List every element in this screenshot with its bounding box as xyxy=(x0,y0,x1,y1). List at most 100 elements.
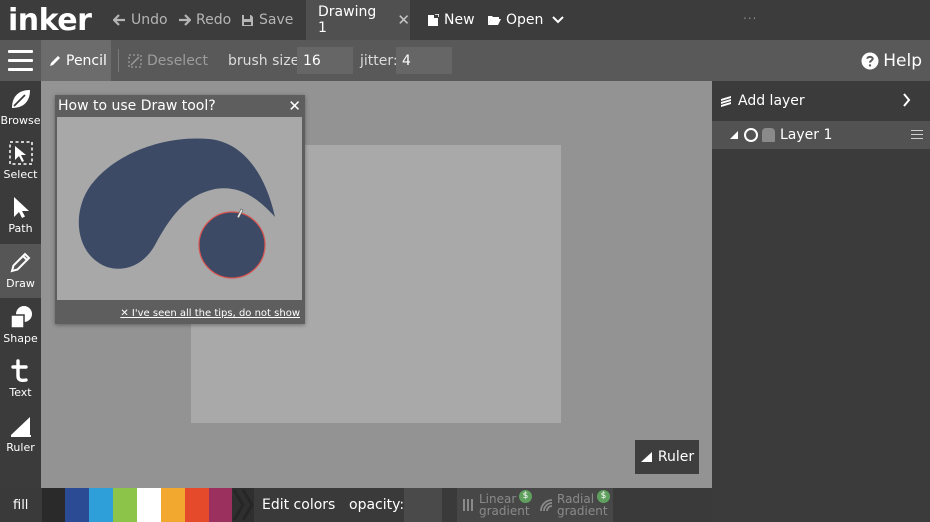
close-tab-icon[interactable]: ✕ xyxy=(397,11,410,29)
help-circle-icon xyxy=(861,52,879,69)
menu-icon[interactable] xyxy=(8,50,33,71)
color-swatch[interactable] xyxy=(137,488,161,522)
expand-triangle-icon[interactable] xyxy=(730,131,738,139)
tool-text-label: Text xyxy=(9,386,32,399)
help-button[interactable]: Help xyxy=(861,40,922,81)
opacity-label: opacity: xyxy=(349,497,405,513)
visibility-circle-icon[interactable] xyxy=(744,128,758,142)
tool-select-label: Select xyxy=(3,168,38,181)
layer-name: Layer 1 xyxy=(780,127,833,143)
color-bar: fill Edit colors opacity: Linear gradien… xyxy=(0,488,712,522)
swatch-scroll-arrow[interactable] xyxy=(232,488,254,522)
tool-draw[interactable]: Draw xyxy=(0,244,41,298)
shape-icon xyxy=(9,306,32,329)
color-swatch[interactable] xyxy=(65,488,89,522)
premium-badge-icon: $ xyxy=(519,490,532,503)
color-swatch[interactable] xyxy=(209,488,233,522)
pencil-mode-button[interactable]: Pencil xyxy=(41,40,111,81)
open-button[interactable]: Open xyxy=(487,0,543,40)
color-swatch[interactable] xyxy=(113,488,137,522)
redo-label: Redo xyxy=(196,12,232,28)
radial-gradient-button[interactable]: Radial gradient $ xyxy=(535,488,613,522)
add-layer-label: Add layer xyxy=(738,93,805,109)
tool-browse-label: Browse xyxy=(0,114,41,127)
lock-icon[interactable] xyxy=(762,128,775,142)
linear-gradient-icon xyxy=(463,499,473,511)
folder-open-icon xyxy=(488,16,501,25)
document-tab-label: Drawing 1 xyxy=(318,4,377,36)
edit-colors-button[interactable]: Edit colors xyxy=(262,488,335,522)
deselect-label: Deselect xyxy=(147,52,208,69)
brush-size-input[interactable]: 16 xyxy=(297,47,353,74)
new-button[interactable]: New xyxy=(427,0,475,40)
color-swatch[interactable] xyxy=(185,488,209,522)
layer-menu-icon[interactable] xyxy=(911,130,923,142)
top-bar: inker Undo Redo Save Drawing 1 ✕ New Ope… xyxy=(0,0,930,40)
opacity-input[interactable] xyxy=(404,488,442,522)
radial-gradient-label-2: gradient xyxy=(557,504,608,518)
close-icon[interactable]: ✕ xyxy=(288,97,301,115)
tool-path-label: Path xyxy=(8,222,33,235)
add-layer-button[interactable]: Add layer xyxy=(712,81,930,121)
tool-browse[interactable]: Browse xyxy=(0,81,41,135)
tip-illustration-drawing xyxy=(78,138,275,279)
chevron-right-icon[interactable] xyxy=(902,93,911,107)
current-fill-swatch[interactable] xyxy=(42,488,65,522)
undo-label: Undo xyxy=(131,12,168,28)
linear-gradient-button[interactable]: Linear gradient $ xyxy=(457,488,535,522)
tool-ruler-label: Ruler xyxy=(6,441,35,454)
chevron-double-icon xyxy=(232,489,254,521)
ruler-button[interactable]: Ruler xyxy=(635,440,699,474)
save-label: Save xyxy=(259,12,294,28)
deselect-icon xyxy=(128,53,142,68)
color-swatch[interactable] xyxy=(89,488,113,522)
arrow-left-icon xyxy=(113,14,125,26)
chevron-down-icon xyxy=(552,16,564,24)
radial-gradient-icon xyxy=(540,499,553,511)
layer-row[interactable]: Layer 1 xyxy=(712,121,930,149)
jitter-label: jitter: xyxy=(360,52,398,69)
ruler-icon xyxy=(640,452,652,462)
more-indicator[interactable]: ... xyxy=(743,8,757,22)
brush-size-label: brush size: xyxy=(228,52,304,69)
pencil-icon xyxy=(10,252,30,273)
draw-tool-tip-popup: How to use Draw tool? ✕ ✕ I've seen all … xyxy=(55,95,305,324)
deselect-button[interactable]: Deselect xyxy=(128,40,208,81)
color-swatch[interactable] xyxy=(161,488,185,522)
text-icon xyxy=(10,359,28,383)
premium-badge-icon: $ xyxy=(597,490,610,503)
pencil-icon xyxy=(50,55,60,66)
help-label: Help xyxy=(883,50,922,71)
redo-button[interactable]: Redo xyxy=(178,0,231,40)
app-logo: inker xyxy=(8,2,92,38)
tool-shape[interactable]: Shape xyxy=(0,299,41,353)
tool-ruler[interactable]: Ruler xyxy=(0,408,41,462)
pencil-mode-label: Pencil xyxy=(66,52,107,69)
ruler-button-label: Ruler xyxy=(657,449,695,465)
path-arrow-icon xyxy=(13,197,29,218)
new-document-icon xyxy=(428,13,439,26)
layers-panel: Add layer Layer 1 xyxy=(712,81,930,522)
tip-illustration xyxy=(57,117,302,300)
open-dropdown-button[interactable] xyxy=(552,0,569,40)
tool-options-bar: Pencil Deselect brush size: 16 jitter: 4… xyxy=(0,40,930,81)
toolbar-divider xyxy=(118,49,119,72)
save-button[interactable]: Save xyxy=(241,0,293,40)
tip-title: How to use Draw tool? xyxy=(58,98,216,114)
tool-draw-label: Draw xyxy=(6,277,35,290)
open-label: Open xyxy=(506,12,544,28)
select-arrow-icon xyxy=(8,141,33,165)
tool-shape-label: Shape xyxy=(3,332,38,345)
floppy-disk-icon xyxy=(242,14,253,26)
jitter-input[interactable]: 4 xyxy=(396,47,452,74)
document-tab[interactable]: Drawing 1 ✕ xyxy=(306,0,410,40)
dismiss-tips-link[interactable]: ✕ I've seen all the tips, do not show xyxy=(120,308,300,319)
fill-label: fill xyxy=(13,497,29,513)
tool-path[interactable]: Path xyxy=(0,189,41,243)
linear-gradient-label-2: gradient xyxy=(479,504,530,518)
dismiss-tips-label: I've seen all the tips, do not show xyxy=(131,308,300,319)
undo-button[interactable]: Undo xyxy=(113,0,168,40)
new-label: New xyxy=(444,12,475,28)
tool-select[interactable]: Select xyxy=(0,135,41,189)
tool-text[interactable]: Text xyxy=(0,353,41,407)
